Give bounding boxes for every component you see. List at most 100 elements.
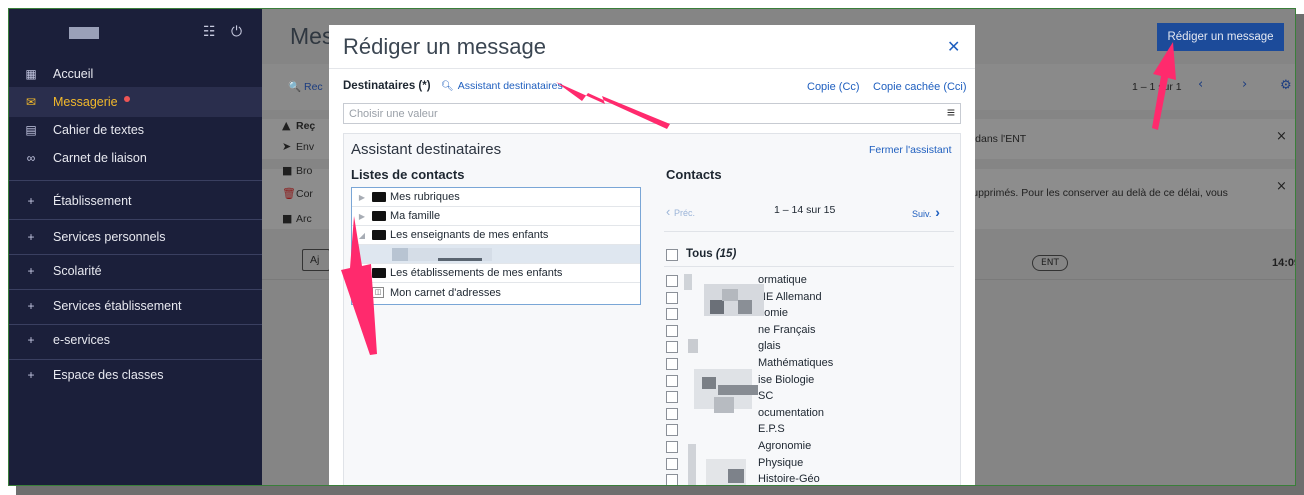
tree-item-enseignants[interactable]: ◢ Les enseignants de mes enfants [352,226,640,245]
select-all-checkbox[interactable] [666,249,678,261]
plus-icon: + [27,299,35,313]
screenshot-stage: ☷ ⏻ ▦ Accueil ✉ Messagerie ▤ Cahier de t… [0,0,1304,495]
contact-checkbox[interactable] [666,358,678,370]
contact-label: E.P.S [758,423,785,436]
sliders-icon[interactable]: ☷ [203,24,216,40]
contact-checkbox[interactable] [666,391,678,404]
compose-dialog: Rédiger un message ✕ Destinataires (*) 🔍… [329,25,975,486]
frame-shadow-bottom [16,486,1304,495]
contact-label: Histoire-Géo [758,473,820,486]
sidebar-item-label: Cahier de textes [53,123,145,137]
contacts-divider [664,266,954,267]
add-folder-label: Aj [310,254,320,266]
folder-drafts[interactable]: Bro [296,165,312,177]
sidebar-item-label: Établissement [53,194,132,208]
compose-button[interactable]: Rédiger un message [1157,23,1284,51]
contact-lists-tree: ▶ Mes rubriques ▶ Ma famille ◢ Les ensei… [351,187,641,305]
redacted-block [714,397,734,413]
tree-item-etablissements[interactable]: ▶ Les établissements de mes enfants [352,264,640,283]
sidebar-item-e-services[interactable]: + e-services [9,325,262,355]
unread-dot [123,96,130,102]
select-all-count: (15) [715,248,737,260]
contact-checkbox[interactable] [666,324,678,337]
sidebar-divider [9,254,262,255]
sidebar-item-label: Services personnels [53,230,166,244]
folder-trash[interactable]: Cor [296,188,313,200]
sidebar-item-label: Scolarité [53,264,102,278]
contact-checkbox[interactable] [666,424,678,437]
chevron-left-icon: ‹ [666,204,674,219]
sidebar-item-espace-classes[interactable]: + Espace des classes [9,360,262,390]
gear-icon[interactable]: ⚙ [1280,78,1292,93]
contact-label: Physique [758,456,804,469]
info-banner-text: s dans l'ENT [967,133,1027,145]
page-title: Mes [290,23,334,49]
contact-lists-heading: Listes de contacts [351,167,465,182]
prev-page-link[interactable]: ‹ Préc. [666,204,695,219]
sidebar-item-accueil[interactable]: ▦ Accueil [9,59,262,89]
tree-item-famille[interactable]: ▶ Ma famille [352,207,640,226]
cc-link[interactable]: Copie (Cc) [807,81,860,93]
close-icon[interactable]: ✕ [947,37,960,56]
contact-label: ocumentation [758,406,825,419]
contact-checkbox[interactable] [666,308,678,321]
message-time: 14:09 [1272,257,1295,269]
contact-checkbox[interactable] [666,441,678,453]
sidebar-item-label: Espace des classes [53,368,164,382]
contact-checkbox[interactable] [666,457,678,470]
folder-inbox[interactable]: Reç [296,120,315,132]
folder-sent[interactable]: Env [296,141,314,153]
hamburger-icon[interactable]: ≡ [947,104,955,120]
recipient-assistant-link[interactable]: 🔍︎ Assistant destinataires [441,80,563,92]
sidebar-item-carnet[interactable]: ∞ Carnet de liaison [9,143,262,173]
plus-icon: + [27,368,35,382]
dialog-header-divider [329,68,975,69]
prev-page-icon[interactable]: ‹ [1198,77,1203,92]
address-book-icon: ◫ [372,287,384,298]
tree-item-child[interactable] [352,245,640,264]
power-icon[interactable]: ⏻ [231,24,242,40]
recipients-select[interactable]: Choisir une valeur ≡ [343,103,961,124]
sidebar-item-services-etablissement[interactable]: + Services établissement [9,291,262,321]
tree-item-label: Mes rubriques [390,191,460,203]
tree-item-rubriques[interactable]: ▶ Mes rubriques [352,188,640,207]
add-folder-button[interactable]: Aj [302,249,330,271]
next-page-link[interactable]: Suiv. › [912,204,940,220]
contact-label: Agronomie [758,440,812,452]
contact-checkbox[interactable] [666,341,678,354]
search-icon[interactable]: 🔍 [288,80,301,93]
contact-label: Mathématiques [758,357,834,369]
recipient-assistant-panel: Assistant destinataires Fermer l'assista… [343,133,961,486]
expand-arrow-icon[interactable]: ▶ [354,212,370,221]
sidebar-item-messagerie[interactable]: ✉ Messagerie [9,87,262,117]
expand-arrow-icon[interactable]: ▶ [354,193,370,202]
contact-checkbox[interactable] [666,474,678,485]
sidebar-item-scolarite[interactable]: + Scolarité [9,256,262,286]
redacted-block [392,248,408,261]
chevron-right-icon: › [931,204,940,220]
contact-checkbox[interactable] [666,407,678,420]
folder-archive[interactable]: Arc [296,213,312,225]
tree-item-carnet[interactable]: ◫ Mon carnet d'adresses [352,283,640,302]
sidebar-divider [9,219,262,220]
bcc-link[interactable]: Copie cachée (Cci) [873,81,967,93]
sidebar-item-label: Accueil [53,67,94,81]
next-page-icon[interactable]: › [1242,77,1247,92]
contact-label: NE Allemand [758,290,822,303]
search-link[interactable]: Rec [304,81,323,93]
contact-checkbox[interactable] [666,374,678,387]
close-icon[interactable]: × [1276,129,1287,144]
sidebar-item-etablissement[interactable]: + Établissement [9,186,262,216]
redacted-block [688,444,696,485]
close-assistant-link[interactable]: Fermer l'assistant [869,144,952,156]
contact-checkbox[interactable] [666,275,678,287]
close-icon[interactable]: × [1276,179,1287,194]
recipients-select-placeholder: Choisir une valeur [349,107,438,120]
sidebar-item-label: Carnet de liaison [53,151,147,165]
recipient-assistant-label: Assistant destinataires [457,80,563,92]
sidebar-item-services-personnels[interactable]: + Services personnels [9,222,262,252]
expand-arrow-icon[interactable]: ▶ [354,269,370,278]
contact-checkbox[interactable] [666,291,678,304]
collapse-arrow-icon[interactable]: ◢ [354,231,370,240]
sidebar-item-cahier[interactable]: ▤ Cahier de textes [9,115,262,145]
